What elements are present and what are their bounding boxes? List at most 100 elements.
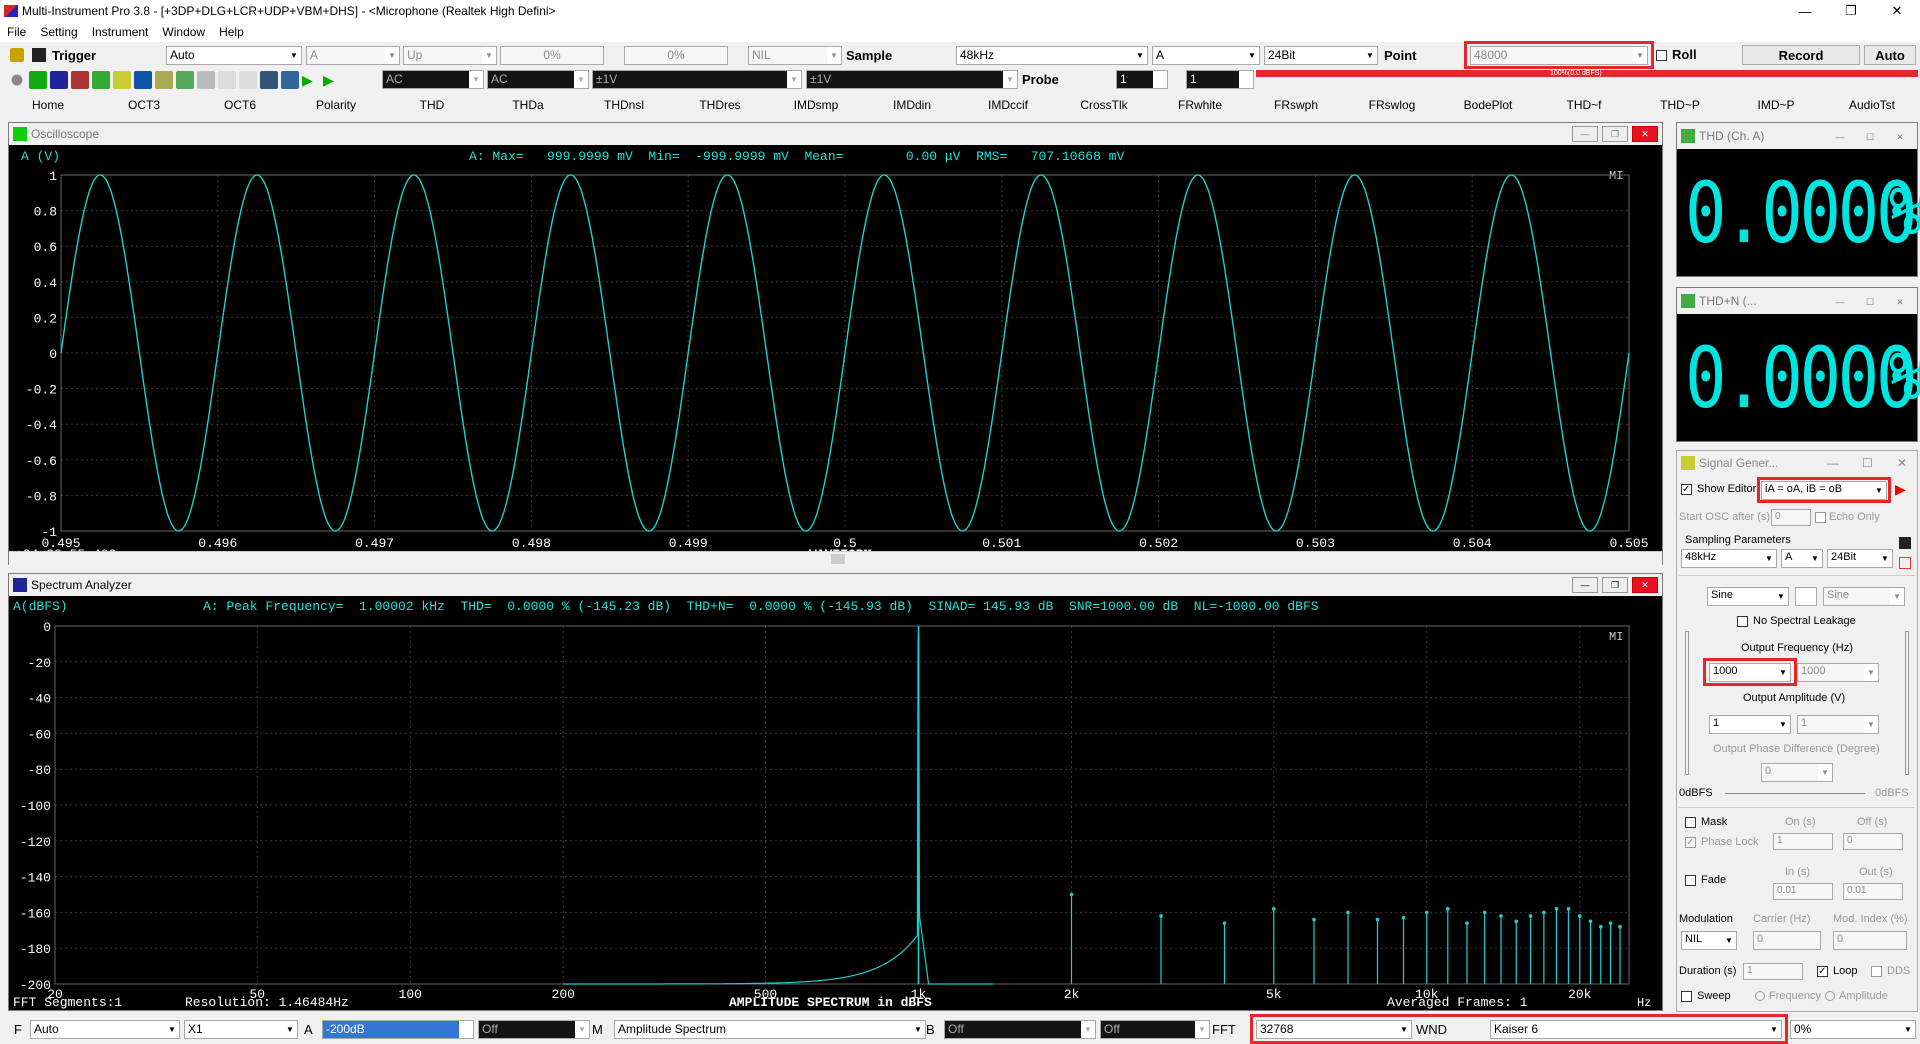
wave-link-button[interactable] bbox=[1795, 587, 1817, 606]
amp-b-select[interactable]: 1 ▼ bbox=[1797, 715, 1879, 734]
mod-index-input[interactable]: 0 bbox=[1833, 931, 1907, 950]
start-osc-input[interactable]: 0 bbox=[1771, 509, 1811, 526]
stop-icon[interactable] bbox=[11, 74, 23, 86]
thd-close-button[interactable]: ✕ bbox=[1887, 129, 1913, 145]
m-mode-select[interactable]: Amplitude Spectrum ▼ bbox=[614, 1020, 926, 1039]
b-off-select-2[interactable]: Off ▼ bbox=[1100, 1020, 1210, 1039]
no-leakage-checkbox[interactable] bbox=[1737, 616, 1748, 627]
fade-in-input[interactable]: 0.01 bbox=[1773, 883, 1833, 900]
trigger-position-stepper[interactable]: 0% bbox=[624, 46, 728, 65]
generator-icon[interactable] bbox=[176, 71, 194, 89]
mask-on-input[interactable]: 1 bbox=[1773, 833, 1833, 850]
sampling-save-icon[interactable] bbox=[1899, 537, 1911, 549]
spec-close-button[interactable]: ✕ bbox=[1632, 577, 1658, 593]
tab-imdsmp[interactable]: IMDsmp bbox=[768, 96, 864, 114]
phase-lock-checkbox[interactable]: ✓ bbox=[1685, 837, 1696, 848]
minimize-button[interactable]: — bbox=[1782, 0, 1828, 22]
speaker-icon[interactable] bbox=[281, 71, 299, 89]
tab-frswph[interactable]: FRswph bbox=[1248, 96, 1344, 114]
tab-frwhite[interactable]: FRwhite bbox=[1152, 96, 1248, 114]
balance-slider[interactable] bbox=[1725, 793, 1865, 794]
osc-minimize-button[interactable]: — bbox=[1572, 126, 1598, 142]
trigger-channel-select[interactable]: A ▼ bbox=[306, 46, 400, 65]
trigger-nil-select[interactable]: NIL ▼ bbox=[748, 46, 842, 65]
tab-frswlog[interactable]: FRswlog bbox=[1344, 96, 1440, 114]
zoom-select[interactable]: X1 ▼ bbox=[184, 1020, 298, 1039]
thdn-max-button[interactable]: ☐ bbox=[1857, 294, 1883, 310]
show-editor-checkbox[interactable]: ✓ bbox=[1681, 484, 1692, 495]
trigger-icon[interactable] bbox=[10, 48, 24, 62]
fade-out-input[interactable]: 0.01 bbox=[1843, 883, 1903, 900]
probe-tool-icon[interactable] bbox=[260, 71, 278, 89]
wave-a-select[interactable]: Sine ▼ bbox=[1707, 587, 1789, 606]
tab-thd-f[interactable]: THD~f bbox=[1536, 96, 1632, 114]
fft-size-select[interactable]: 32768 ▼ bbox=[1256, 1020, 1412, 1039]
siggen-max-button[interactable]: ☐ bbox=[1862, 456, 1873, 470]
f-select[interactable]: Auto ▼ bbox=[30, 1020, 180, 1039]
range-b-select[interactable]: ±1V ▼ bbox=[806, 70, 1018, 89]
sweep-checkbox[interactable] bbox=[1681, 991, 1692, 1002]
trigger-mode-select[interactable]: Auto ▼ bbox=[166, 46, 302, 65]
thdn-min-button[interactable]: — bbox=[1827, 294, 1853, 310]
tab-thdres[interactable]: THDres bbox=[672, 96, 768, 114]
level-slider-a[interactable] bbox=[1685, 631, 1689, 775]
osc-scroll-thumb[interactable] bbox=[831, 554, 845, 564]
siggen-close-button[interactable]: ✕ bbox=[1897, 456, 1907, 470]
spec-restore-button[interactable]: ❐ bbox=[1602, 577, 1628, 593]
dac-icon[interactable] bbox=[197, 71, 215, 89]
play-loop-icon[interactable]: ▶ bbox=[323, 71, 341, 89]
tab-thd-p[interactable]: THD~P bbox=[1632, 96, 1728, 114]
roll-checkbox[interactable] bbox=[1656, 50, 1667, 61]
save-icon[interactable] bbox=[32, 48, 46, 62]
freq-b-select[interactable]: 1000 ▼ bbox=[1797, 663, 1879, 682]
siggen-bits-select[interactable]: 24Bit ▼ bbox=[1827, 549, 1893, 568]
osc-restore-button[interactable]: ❐ bbox=[1602, 126, 1628, 142]
tab-thda[interactable]: THDa bbox=[480, 96, 576, 114]
spectrum-icon[interactable] bbox=[50, 71, 68, 89]
sampling-link-icon[interactable] bbox=[1899, 557, 1911, 569]
menu-instrument[interactable]: Instrument bbox=[85, 25, 156, 39]
maximize-button[interactable]: ❐ bbox=[1828, 0, 1874, 22]
sine-icon[interactable] bbox=[113, 71, 131, 89]
a-floor-select[interactable]: -200dB ▼ bbox=[322, 1020, 474, 1039]
tab-imd-p[interactable]: IMD~P bbox=[1728, 96, 1824, 114]
tab-home[interactable]: Home bbox=[0, 96, 96, 114]
spectrum-plot[interactable]: A(dBFS) A: Peak Frequency= 1.00002 kHz T… bbox=[9, 596, 1662, 1010]
tab-oct3[interactable]: OCT3 bbox=[96, 96, 192, 114]
dds-checkbox[interactable] bbox=[1871, 966, 1882, 977]
ta-icon[interactable] bbox=[218, 71, 236, 89]
phase-plot-icon[interactable] bbox=[92, 71, 110, 89]
thd-max-button[interactable]: ☐ bbox=[1857, 129, 1883, 145]
tab-thd[interactable]: THD bbox=[384, 96, 480, 114]
trigger-edge-select[interactable]: Up ▼ bbox=[403, 46, 497, 65]
spectrogram-icon[interactable] bbox=[71, 71, 89, 89]
freq-a-select[interactable]: 1000 ▼ bbox=[1709, 663, 1791, 682]
play-icon[interactable]: ▶ bbox=[302, 71, 320, 89]
trigger-level-stepper[interactable]: 0% bbox=[500, 46, 604, 65]
spec-minimize-button[interactable]: — bbox=[1572, 577, 1598, 593]
modulation-select[interactable]: NIL ▼ bbox=[1681, 931, 1737, 950]
a-off-select[interactable]: Off ▼ bbox=[478, 1020, 590, 1039]
tab-imddin[interactable]: IMDdin bbox=[864, 96, 960, 114]
window-function-select[interactable]: Kaiser 6 ▼ bbox=[1490, 1020, 1782, 1039]
mask-off-input[interactable]: 0 bbox=[1843, 833, 1903, 850]
menu-setting[interactable]: Setting bbox=[33, 25, 84, 39]
oscilloscope-plot[interactable]: A (V) A: Max= 999.9999 mV Min= -999.9999… bbox=[9, 145, 1662, 565]
coupling-b-select[interactable]: AC ▼ bbox=[487, 70, 589, 89]
thd-min-button[interactable]: — bbox=[1827, 129, 1853, 145]
play-generator-icon[interactable]: ▶ bbox=[1895, 481, 1906, 498]
probe-a-select[interactable]: 1 ▼ bbox=[1116, 70, 1168, 89]
tab-oct6[interactable]: OCT6 bbox=[192, 96, 288, 114]
overlap-select[interactable]: 0% ▼ bbox=[1790, 1020, 1916, 1039]
osc-scrollbar[interactable] bbox=[9, 551, 1662, 565]
menu-file[interactable]: File bbox=[0, 25, 33, 39]
tab-polarity[interactable]: Polarity bbox=[288, 96, 384, 114]
wave-b-select[interactable]: Sine ▼ bbox=[1823, 587, 1905, 606]
tab-audiotst[interactable]: AudioTst bbox=[1824, 96, 1920, 114]
fade-checkbox[interactable] bbox=[1685, 875, 1696, 886]
sample-rate-select[interactable]: 48kHz ▼ bbox=[956, 46, 1148, 65]
tab-bodeplot[interactable]: BodePlot bbox=[1440, 96, 1536, 114]
tab-imdccif[interactable]: IMDccif bbox=[960, 96, 1056, 114]
tab-thdnsl[interactable]: THDnsl bbox=[576, 96, 672, 114]
coupling-a-select[interactable]: AC ▼ bbox=[382, 70, 484, 89]
